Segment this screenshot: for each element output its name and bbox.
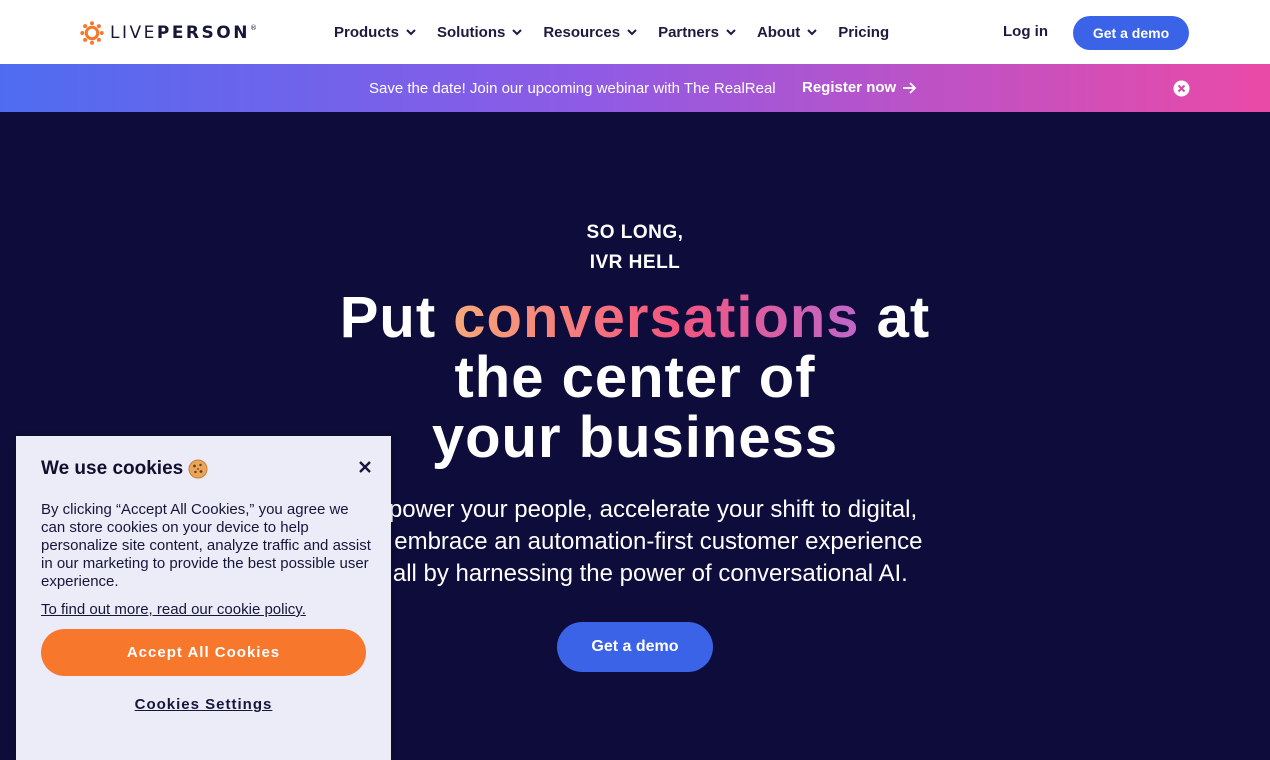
chevron-down-icon [807, 29, 817, 36]
nav-item-label: Resources [543, 23, 621, 41]
circle-close-icon[interactable] [1173, 80, 1190, 97]
brand-logo[interactable]: LIVEPERSON® [80, 20, 257, 46]
hero-eyebrow: SO LONG, IVR HELL [0, 218, 1270, 278]
nav-item-label: About [756, 23, 801, 41]
nav-item-label: Products [334, 23, 400, 41]
register-now-label: Register now [802, 79, 897, 96]
accept-all-cookies-button[interactable]: Accept All Cookies [41, 629, 366, 676]
hero-headline-line: the center of [454, 345, 816, 410]
arrow-right-icon [903, 81, 917, 94]
cookies-settings-button[interactable]: Cookies Settings [41, 696, 366, 720]
nav-item-pricing[interactable]: Pricing [838, 24, 889, 41]
brand-wordmark-light: LIVE [110, 23, 157, 43]
site-header: LIVEPERSON® Products Solutions Resources… [0, 0, 1270, 64]
register-now-link[interactable]: Register now [802, 79, 917, 96]
hero-subtext-line: Empower your people, accelerate your shi… [352, 496, 918, 523]
nav-item-label: Solutions [437, 23, 506, 41]
hero-subtext-line: and embrace an automation-first customer… [347, 528, 923, 555]
cookie-icon [188, 459, 208, 479]
cookie-consent-panel: We use cookies By clicking “Accept All C… [16, 436, 391, 760]
nav-item-products[interactable]: Products [334, 24, 417, 41]
cookie-title-text: We use cookies [41, 458, 184, 479]
brand-wordmark: LIVEPERSON® [110, 23, 257, 43]
nav-item-about[interactable]: About [757, 24, 818, 41]
brand-wordmark-bold: PERSON [156, 23, 250, 43]
sun-logo-icon [80, 21, 104, 45]
nav-item-partners[interactable]: Partners [658, 24, 737, 41]
hero-eyebrow-line: SO LONG, [586, 222, 684, 243]
main-nav: Products Solutions Resources Partners Ab… [334, 0, 889, 64]
headline-highlight: conversations [453, 285, 860, 350]
hero-headline-line: Put conversations at [300, 288, 970, 348]
banner-text: Save the date! Join our upcoming webinar… [369, 80, 776, 97]
hero-headline-line: your business [431, 405, 839, 470]
nav-item-resources[interactable]: Resources [543, 24, 638, 41]
chevron-down-icon [627, 29, 637, 36]
hero-subtext-line: — all by harnessing the power of convers… [362, 560, 908, 587]
hero-get-demo-button[interactable]: Get a demo [557, 622, 713, 672]
nav-item-label: Partners [658, 23, 719, 41]
cookie-policy-link[interactable]: To find out more, read our cookie policy… [41, 601, 306, 618]
close-icon[interactable] [356, 458, 374, 476]
hero-headline: Put conversations at the center of your … [300, 288, 970, 468]
headline-text: Put [339, 285, 454, 350]
chevron-down-icon [512, 29, 523, 36]
nav-item-label: Pricing [838, 23, 890, 41]
get-demo-button[interactable]: Get a demo [1073, 16, 1189, 50]
nav-item-solutions[interactable]: Solutions [437, 24, 523, 41]
headline-text: at [859, 285, 931, 350]
announcement-banner: Save the date! Join our upcoming webinar… [0, 64, 1270, 112]
login-link[interactable]: Log in [1003, 23, 1048, 40]
brand-registered-mark: ® [249, 24, 257, 32]
cookie-title: We use cookies [41, 458, 208, 480]
cookie-body-text: By clicking “Accept All Cookies,” you ag… [41, 501, 371, 590]
hero-subtext: Empower your people, accelerate your shi… [320, 494, 950, 590]
chevron-down-icon [406, 29, 416, 36]
hero-eyebrow-line: IVR HELL [589, 252, 681, 273]
chevron-down-icon [726, 29, 736, 36]
